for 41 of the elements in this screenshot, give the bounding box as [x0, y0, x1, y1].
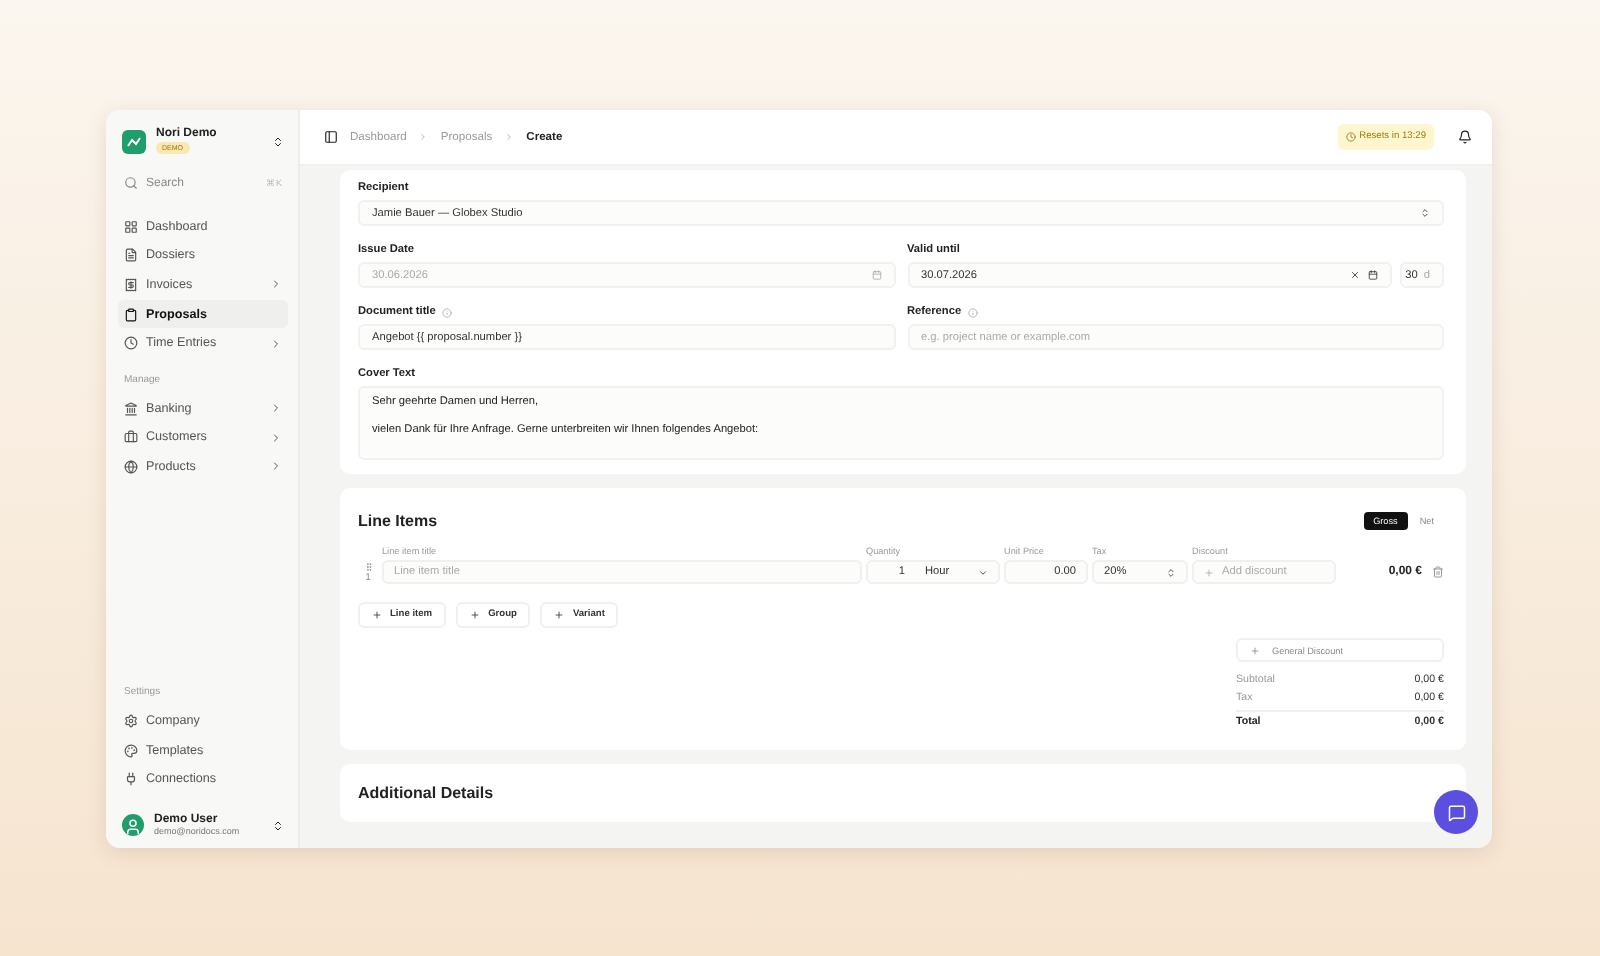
chevron-icon	[270, 431, 282, 444]
delete-icon[interactable]	[1432, 566, 1444, 578]
sidebar-toggle-icon[interactable]	[324, 130, 338, 144]
nav-icon	[124, 430, 138, 445]
chevron-icon	[504, 132, 515, 142]
nav-icon	[124, 307, 138, 322]
chat-button[interactable]	[1434, 790, 1478, 834]
chat-icon	[1447, 803, 1465, 821]
chevron-icon	[270, 402, 282, 415]
chevron-icon	[270, 337, 282, 350]
avatar-icon	[122, 814, 144, 836]
chevron-icon	[270, 460, 282, 473]
notifications-icon[interactable]	[1458, 130, 1472, 144]
plus-icon	[372, 610, 382, 620]
chevron-icon	[270, 278, 282, 291]
nav-icon	[124, 336, 138, 351]
calendar-icon	[1368, 270, 1378, 280]
nav-icon	[124, 248, 138, 263]
updown-icon	[1166, 567, 1176, 577]
calendar-icon	[871, 270, 881, 280]
info-icon	[967, 307, 978, 317]
nav-icon	[124, 219, 138, 234]
chevron-icon	[418, 132, 429, 142]
section-title: Line Items	[358, 512, 438, 530]
nav-icon	[124, 743, 138, 758]
info-icon	[441, 307, 452, 317]
nav-icon	[124, 277, 138, 292]
nav-icon	[124, 772, 138, 787]
plus-icon	[470, 610, 481, 620]
nav-icon	[124, 714, 138, 729]
clock-icon	[1345, 132, 1356, 142]
section-title: Additional Details	[358, 784, 496, 802]
plus-icon	[1250, 645, 1260, 655]
search-icon	[124, 176, 138, 190]
plus-icon	[554, 610, 565, 620]
updown-icon	[1420, 208, 1430, 218]
plus-icon	[1204, 567, 1214, 577]
nav-icon	[124, 459, 138, 474]
nav-icon	[124, 401, 138, 416]
logo-icon	[122, 129, 146, 153]
caret-icon	[978, 567, 988, 577]
